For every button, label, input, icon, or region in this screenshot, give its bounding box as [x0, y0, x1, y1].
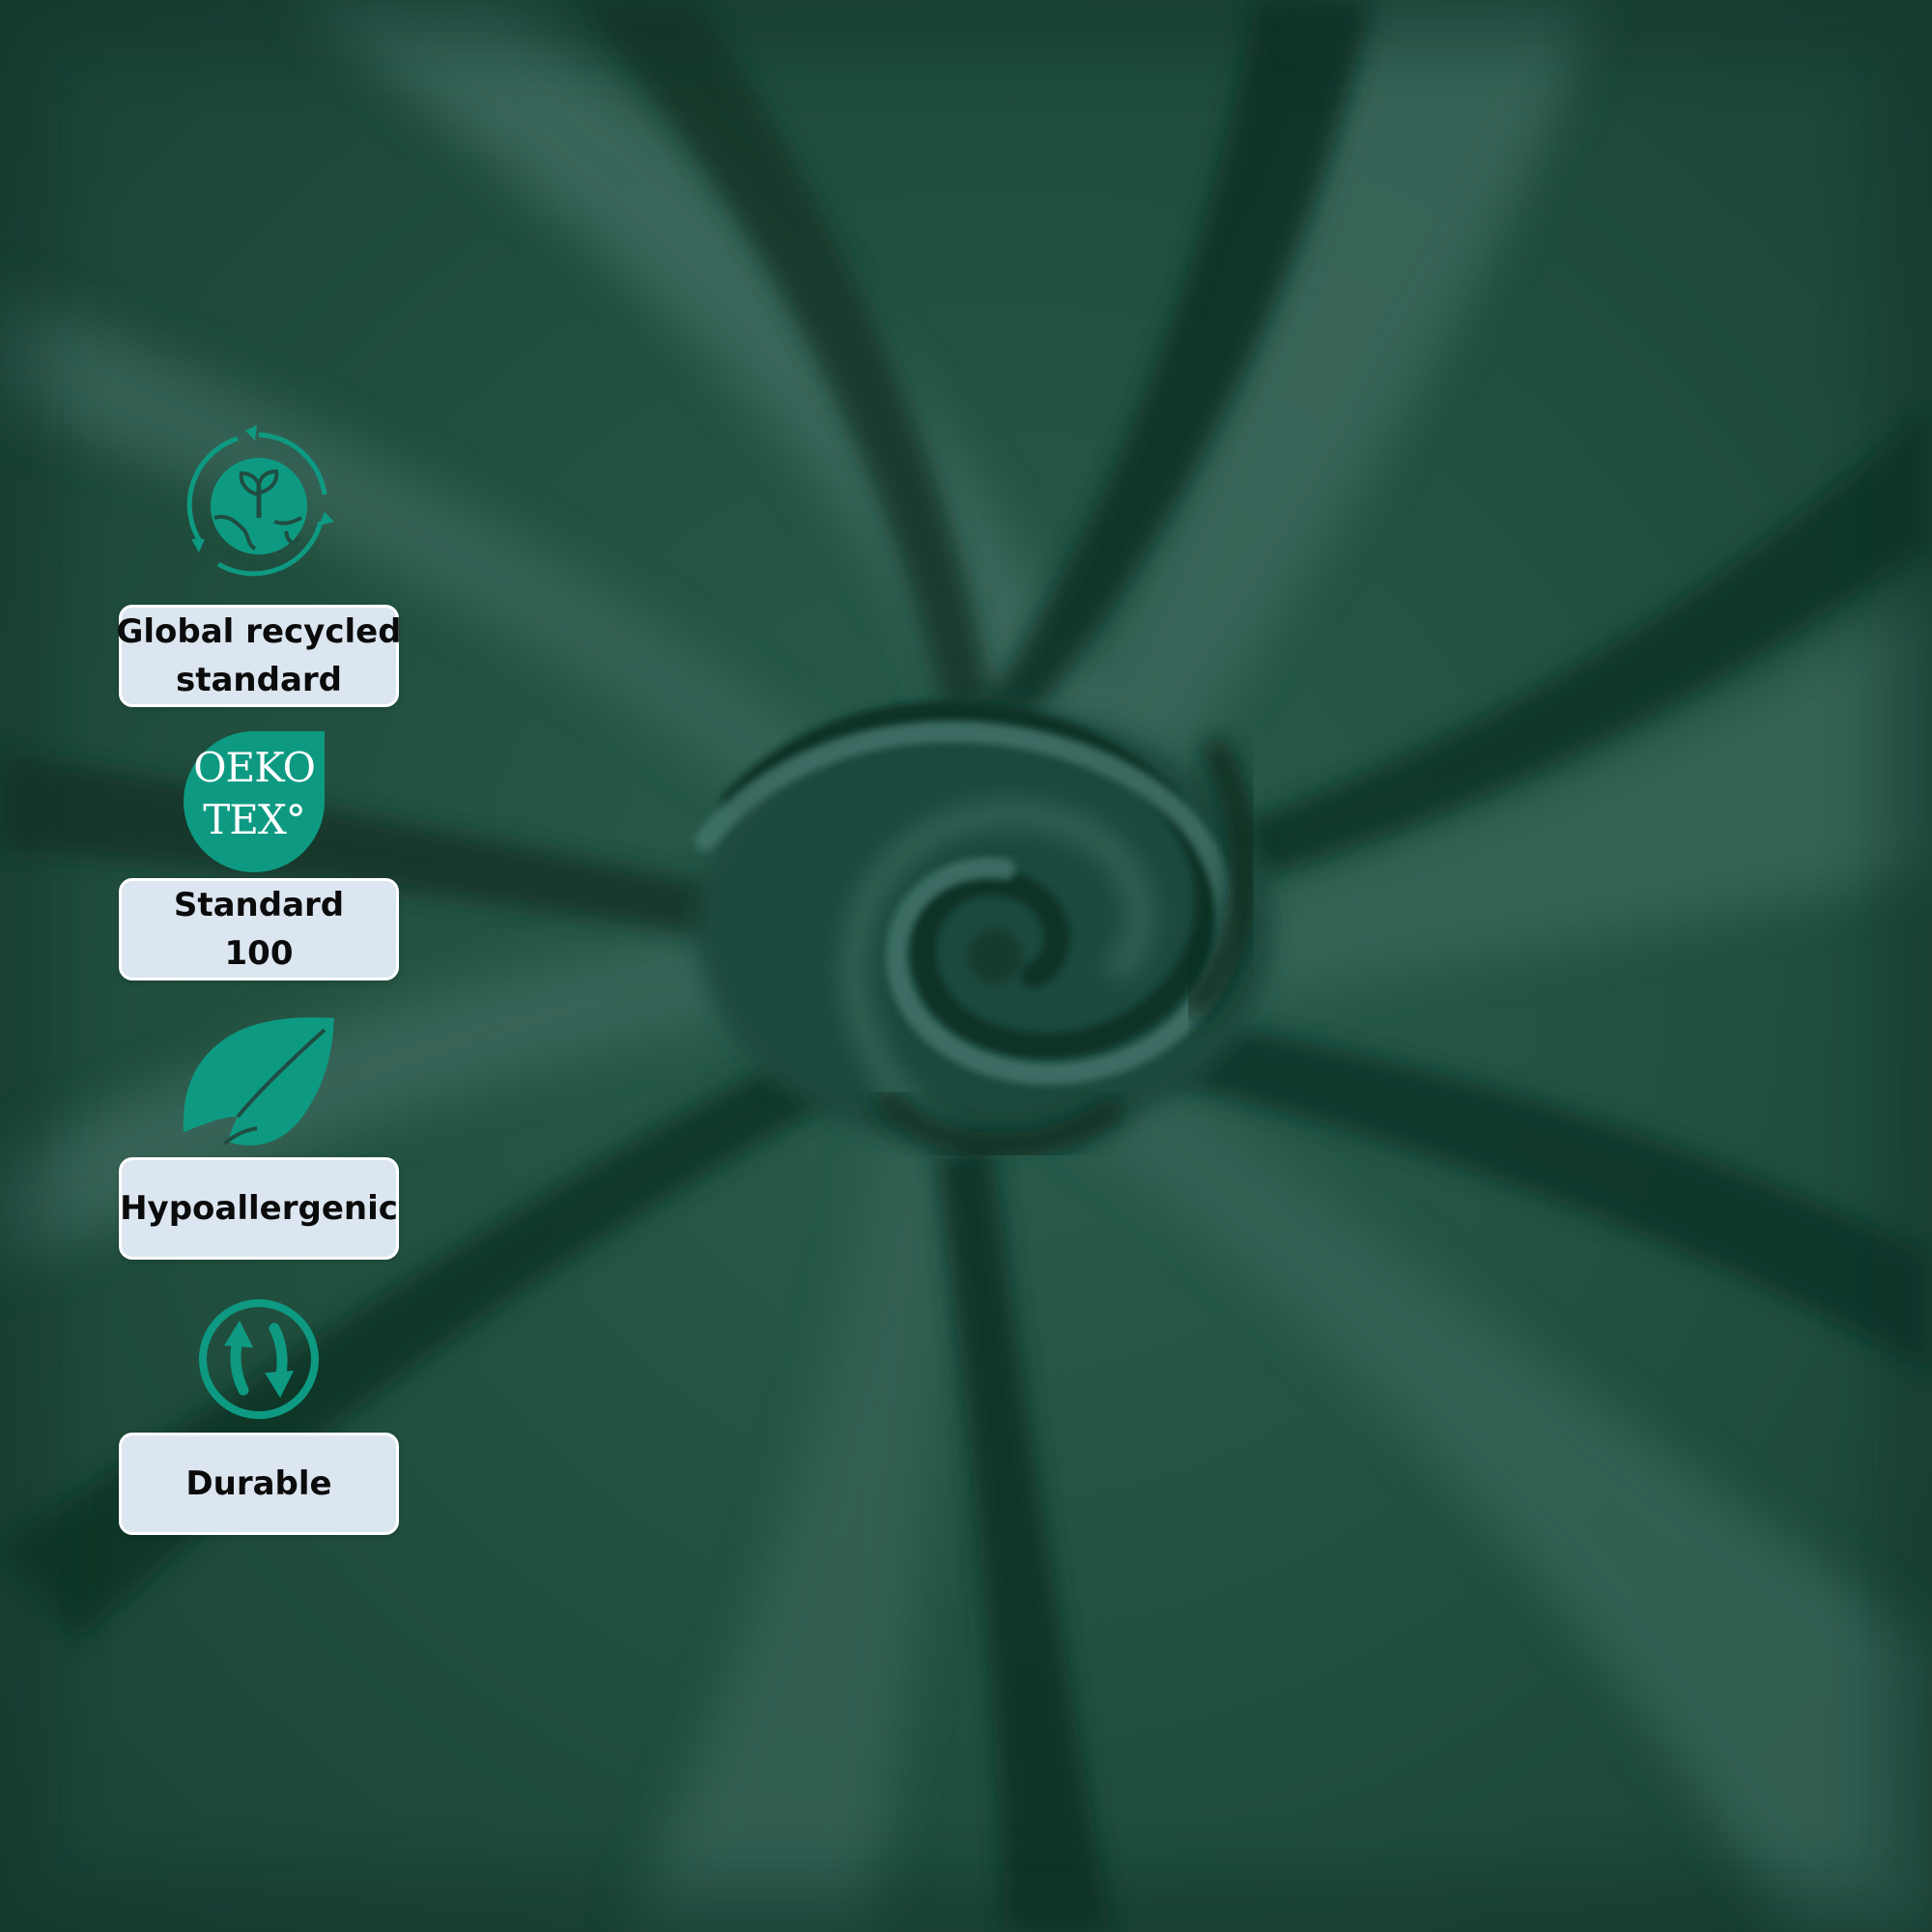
oeko-tex-logo: OEKO TEX° [184, 731, 325, 872]
recycle-globe-icon [186, 425, 334, 577]
durable-badge: Durable [119, 1433, 399, 1535]
oeko-logo-text: OEKO [193, 744, 316, 791]
badge-label-line: standard [175, 661, 343, 699]
product-image: Global recycled standard OEKO TEX° Stand… [0, 0, 1932, 1932]
leaf-icon [183, 1017, 334, 1146]
global-recycled-standard-badge: Global recycled standard [116, 605, 402, 707]
standard-100-badge: Standard 100 [119, 878, 399, 980]
badge-label-line: Durable [185, 1464, 332, 1503]
durable-arrows-icon [199, 1299, 319, 1419]
badge-label-line: Hypoallergenic [120, 1189, 398, 1228]
oeko-logo-text: TEX° [203, 796, 306, 843]
badge-label-line: Standard [173, 886, 345, 924]
badge-label-line: 100 [224, 934, 294, 973]
badge-label-line: Global recycled [116, 612, 402, 651]
hypoallergenic-badge: Hypoallergenic [119, 1157, 399, 1260]
